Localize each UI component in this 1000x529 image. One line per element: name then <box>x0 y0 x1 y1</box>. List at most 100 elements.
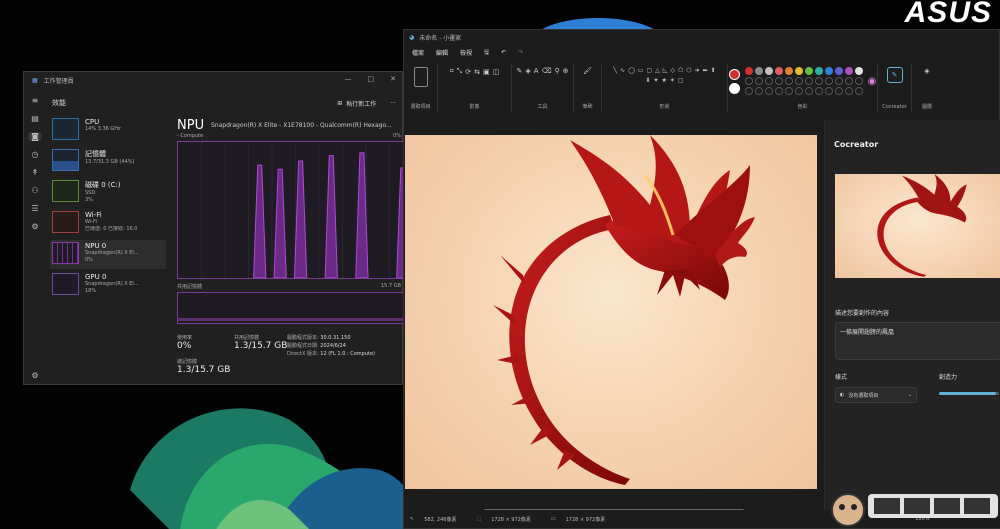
flip-icon[interactable]: ⇆ <box>474 68 480 76</box>
device-npu[interactable]: NPU 0 Snapdragon(R) X El... 0% <box>50 240 166 269</box>
device-detail: 13.7/31.3 GB (44%) <box>85 159 135 165</box>
details-icon[interactable]: ☰ <box>28 204 42 213</box>
palette-color[interactable] <box>824 67 833 75</box>
shared-stat: 共用記憶體 1.3/15.7 GB <box>234 334 287 351</box>
ribbon-select[interactable]: 選取項目 <box>404 64 438 112</box>
drawing-tools: ✎ ◈ A ⌫ ⚲ ⊕ <box>517 67 569 75</box>
remove-bg-icon[interactable]: ◫ <box>493 68 500 76</box>
device-wifi[interactable]: Wi-Fi Wi-Fi 已傳送: 0 已接收: 16.0 <box>50 209 166 238</box>
empty-palette-slot[interactable] <box>774 87 783 95</box>
empty-palette-slot[interactable] <box>794 77 803 85</box>
empty-palette-slot[interactable] <box>774 77 783 85</box>
users-icon[interactable]: ⚇ <box>28 186 42 195</box>
empty-palette-slot[interactable] <box>754 87 763 95</box>
text-icon[interactable]: A <box>534 67 539 75</box>
eraser-icon[interactable]: ⌫ <box>542 67 552 75</box>
color-wheel-icon[interactable]: ◉ <box>868 76 877 87</box>
empty-palette-slot[interactable] <box>764 87 773 95</box>
secondary-color[interactable] <box>728 82 740 94</box>
empty-palette-slot[interactable] <box>814 87 823 95</box>
shapes-gallery[interactable]: ╲ ∿ ◯ ▭ ▢ △ ◺ ◇ ⬠ ⬡ ➔ ⬅ ⬆ ⬇ ✦ ★ ✶ ▢ <box>610 67 720 84</box>
palette-color[interactable] <box>854 67 863 75</box>
run-new-task-button[interactable]: ⊞ 執行新工作 ··· <box>337 99 396 108</box>
palette-color[interactable] <box>784 67 793 75</box>
device-gpu[interactable]: GPU 0 Snapdragon(R) X El... 18% <box>50 271 166 300</box>
empty-palette-slot[interactable] <box>744 87 753 95</box>
close-icon[interactable]: ✕ <box>390 75 396 83</box>
menu-edit[interactable]: 編輯 <box>436 48 448 57</box>
save-icon[interactable]: 🖫 <box>484 48 489 58</box>
empty-palette-slot[interactable] <box>844 87 853 95</box>
ribbon-cocreator[interactable]: ✎ Cocreator <box>878 64 912 112</box>
redo-icon[interactable]: ↷ <box>518 49 523 56</box>
color-palette <box>744 67 863 95</box>
undo-icon[interactable]: ↶ <box>501 49 506 56</box>
device-cpu[interactable]: CPU 14% 3.36 GHz <box>50 116 166 145</box>
hamburger-icon[interactable]: ≡ <box>28 96 42 105</box>
style-dropdown[interactable]: ◐ 沒有選取項目 ⌄ <box>835 387 917 403</box>
device-disk[interactable]: 磁碟 0 (C:) SSD 3% <box>50 178 166 207</box>
processes-icon[interactable]: ▤ <box>28 114 42 123</box>
pencil-icon[interactable]: ✎ <box>517 67 523 75</box>
more-icon[interactable]: ··· <box>390 100 396 107</box>
startup-icon[interactable]: ↟ <box>28 168 42 177</box>
empty-palette-slot[interactable] <box>834 77 843 85</box>
ribbon-shapes: ╲ ∿ ◯ ▭ ▢ △ ◺ ◇ ⬠ ⬡ ➔ ⬅ ⬆ ⬇ ✦ ★ ✶ ▢ 形狀 <box>602 64 728 112</box>
palette-color[interactable] <box>814 67 823 75</box>
fill-icon[interactable]: ◈ <box>525 67 530 75</box>
palette-color[interactable] <box>804 67 813 75</box>
palette-color[interactable] <box>754 67 763 75</box>
zoom-icon[interactable]: ⊕ <box>563 67 569 75</box>
primary-color[interactable] <box>728 68 740 80</box>
palette-color[interactable] <box>774 67 783 75</box>
services-icon[interactable]: ⚙ <box>28 222 42 231</box>
palette-color[interactable] <box>844 67 853 75</box>
picker-icon[interactable]: ⚲ <box>554 67 559 75</box>
drawing-canvas[interactable] <box>405 135 817 489</box>
empty-palette-slot[interactable] <box>824 87 833 95</box>
history-icon[interactable]: ◷ <box>28 150 42 159</box>
rotate-icon[interactable]: ⟳ <box>465 68 471 76</box>
tm-header: 效能 ⊞ 執行新工作 ··· <box>52 96 396 110</box>
selection-size: 1728 × 972像素 <box>491 516 531 523</box>
empty-palette-slot[interactable] <box>854 77 863 85</box>
prompt-input[interactable]: 一條展開翅膀的鳳凰 <box>835 322 1000 360</box>
empty-palette-slot[interactable] <box>824 77 833 85</box>
empty-palette-slot[interactable] <box>794 87 803 95</box>
empty-palette-slot[interactable] <box>784 77 793 85</box>
palette-color[interactable] <box>764 67 773 75</box>
palette-color[interactable] <box>744 67 753 75</box>
empty-palette-slot[interactable] <box>784 87 793 95</box>
creativity-slider-fill <box>939 392 996 395</box>
palette-color[interactable] <box>834 67 843 75</box>
shapes-caption: 形狀 <box>659 104 670 110</box>
ribbon-layers[interactable]: ◈ 圖層 <box>912 64 942 112</box>
empty-palette-slot[interactable] <box>754 77 763 85</box>
empty-palette-slot[interactable] <box>844 77 853 85</box>
empty-palette-slot[interactable] <box>854 87 863 95</box>
shared-value: 1.3/15.7 GB <box>234 341 288 351</box>
creativity-slider[interactable] <box>939 392 999 395</box>
empty-palette-slot[interactable] <box>834 87 843 95</box>
empty-palette-slot[interactable] <box>804 87 813 95</box>
menu-file[interactable]: 檔案 <box>412 48 424 57</box>
device-memory[interactable]: 記憶體 13.7/31.3 GB (44%) <box>50 147 166 176</box>
empty-palette-slot[interactable] <box>814 77 823 85</box>
performance-icon[interactable]: ◙ <box>28 132 42 141</box>
settings-icon[interactable]: ⚙ <box>28 371 42 380</box>
empty-palette-slot[interactable] <box>744 77 753 85</box>
palette-color[interactable] <box>794 67 803 75</box>
empty-palette-slot[interactable] <box>764 77 773 85</box>
image-icon[interactable]: ▣ <box>483 68 490 76</box>
maximize-icon[interactable]: □ <box>368 75 375 83</box>
npu-spike <box>253 164 267 279</box>
layers-caption: 圖層 <box>921 104 932 110</box>
cocreator-result-thumbnail[interactable] <box>835 174 1000 278</box>
empty-palette-slot[interactable] <box>804 77 813 85</box>
result-phoenix <box>877 174 967 277</box>
menu-view[interactable]: 檢視 <box>460 48 472 57</box>
resize-icon[interactable]: ⤡ <box>457 67 463 76</box>
ribbon-brushes[interactable]: 🖌 筆刷 <box>574 64 602 112</box>
crop-icon[interactable]: ⌗ <box>450 67 454 76</box>
minimize-icon[interactable]: — <box>345 75 352 83</box>
